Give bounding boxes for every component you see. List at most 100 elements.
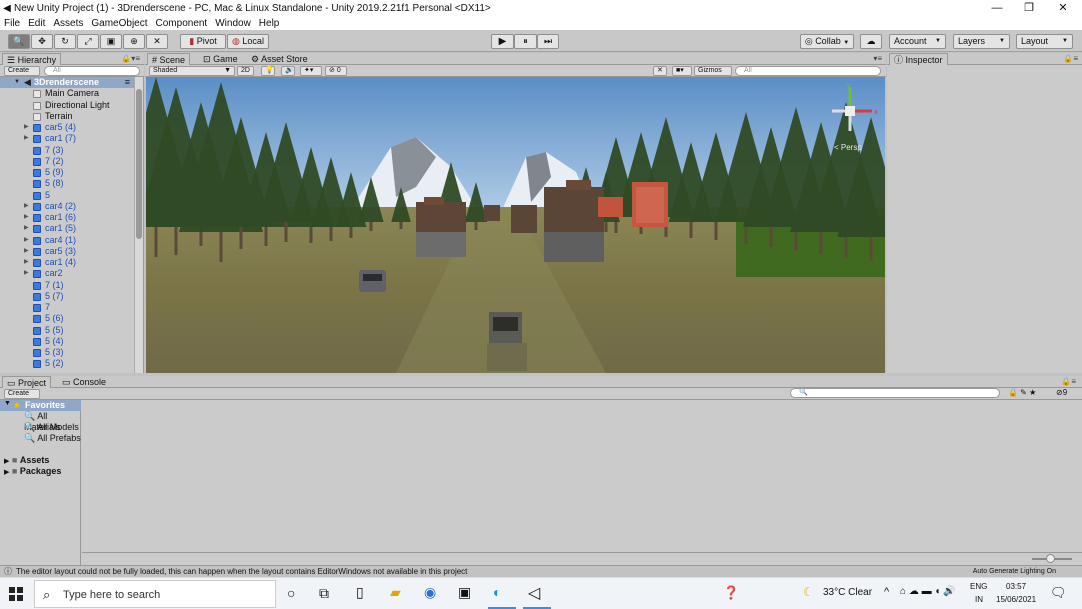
expand-arrow-icon[interactable]: ▶ — [24, 257, 29, 268]
expand-arrow-icon[interactable]: ▶ — [24, 122, 29, 133]
hierarchy-item[interactable]: ▶ car1 (4) — [0, 257, 134, 268]
expand-arrow-icon[interactable]: ▶ — [24, 223, 29, 234]
close-button[interactable]: ✕ — [1046, 0, 1080, 16]
lighting-status[interactable]: Auto Generate Lighting On — [973, 566, 1056, 577]
help-icon[interactable]: ❓ — [723, 585, 739, 601]
chrome-icon[interactable]: ◉ — [424, 584, 436, 601]
scene-menu-icon[interactable]: ≡ — [125, 77, 130, 88]
hierarchy-item[interactable]: 5 (9) — [0, 167, 134, 178]
taskbar-search-box[interactable]: ⌕ Type here to search — [34, 580, 276, 608]
play-button[interactable]: ▶ — [491, 34, 514, 49]
windows-start-icon[interactable] — [8, 586, 24, 602]
system-tray-icons[interactable]: ⌂ ☁ ▬ ◖ 🔊 — [900, 586, 956, 597]
hierarchy-item[interactable]: Terrain — [0, 111, 134, 122]
tab-project[interactable]: ▭ Project — [2, 376, 52, 388]
panel-menu-icon[interactable]: 🔒▾≡ — [121, 54, 140, 63]
move-tool-icon[interactable]: ✥ — [31, 34, 53, 49]
menu-file[interactable]: File — [4, 18, 20, 29]
hierarchy-item[interactable]: 5 (8) — [0, 178, 134, 189]
expand-arrow-icon[interactable]: ▼ — [4, 400, 11, 407]
favorite-all-prefabs[interactable]: 🔍 All Prefabs — [24, 433, 84, 444]
expand-arrow-icon[interactable]: ▶ — [24, 133, 29, 144]
filter-icons[interactable]: 🔒 ✎ ★ — [1008, 388, 1036, 397]
panel-menu-icon[interactable]: 🔒≡ — [1061, 377, 1076, 386]
edge-icon[interactable]: ◐ — [493, 584, 501, 600]
file-explorer-icon[interactable]: ▰ — [390, 584, 401, 601]
hierarchy-item[interactable]: 7 (2) — [0, 156, 134, 167]
local-toggle[interactable]: ◍ Local — [227, 34, 269, 49]
weather-text[interactable]: 33°C Clear — [823, 587, 872, 598]
scale-tool-icon[interactable]: ⤢ — [77, 34, 99, 49]
task-view-icon[interactable]: ⧉ — [319, 585, 329, 602]
clock-date[interactable]: 15/06/2021 — [996, 595, 1036, 604]
favorite-all-materials[interactable]: 🔍 All Materials — [24, 411, 84, 432]
pivot-toggle[interactable]: ▮ Pivot — [180, 34, 226, 49]
menu-component[interactable]: Component — [156, 18, 208, 29]
collab-dropdown[interactable]: ◎ Collab ▼ — [800, 34, 854, 49]
orientation-gizmo[interactable]: x y < Persp — [826, 81, 882, 152]
expand-arrow-icon[interactable]: ▶ — [24, 201, 29, 212]
zoom-slider-handle[interactable] — [1046, 554, 1055, 563]
hierarchy-item[interactable]: 7 (3) — [0, 145, 134, 156]
tab-inspector[interactable]: ⓘ Inspector — [889, 53, 948, 65]
panel-menu-icon[interactable]: ▾≡ — [873, 54, 882, 63]
custom-tool-icon[interactable]: ✕ — [146, 34, 168, 49]
cortana-icon[interactable]: ○ — [287, 585, 295, 601]
project-create-dropdown[interactable]: Create — [4, 389, 40, 399]
layers-dropdown[interactable]: Layers ▼ — [953, 34, 1010, 49]
hierarchy-item[interactable]: 7 — [0, 302, 134, 313]
hierarchy-item[interactable]: 5 (7) — [0, 291, 134, 302]
2d-toggle[interactable]: 2D — [237, 66, 254, 76]
hierarchy-item[interactable]: ▶ car1 (7) — [0, 133, 134, 144]
menu-window[interactable]: Window — [215, 18, 251, 29]
hierarchy-item[interactable]: ▶ car5 (4) — [0, 122, 134, 133]
terminal-icon[interactable]: ▣ — [458, 584, 471, 601]
expand-arrow-icon[interactable]: ▶ — [4, 458, 9, 465]
audio-toggle-icon[interactable]: 🔊 — [281, 66, 295, 76]
gizmos-dropdown[interactable]: Gizmos — [694, 66, 732, 76]
hierarchy-item[interactable]: 5 (5) — [0, 325, 134, 336]
hierarchy-item[interactable]: 5 (4) — [0, 336, 134, 347]
tab-game[interactable]: ⊡ Game — [199, 53, 242, 65]
favorites-row[interactable]: ▼ ★ Favorites — [0, 400, 81, 411]
unity-taskbar-icon[interactable]: ◁ — [528, 583, 540, 603]
expand-arrow-icon[interactable]: ▶ — [24, 246, 29, 257]
hierarchy-scroll-thumb[interactable] — [136, 89, 142, 239]
expand-arrow-icon[interactable]: ▼ — [14, 77, 20, 88]
language-top[interactable]: ENG — [970, 582, 987, 591]
hierarchy-item[interactable]: Directional Light — [0, 100, 134, 111]
hierarchy-item[interactable]: 5 (6) — [0, 313, 134, 324]
expand-arrow-icon[interactable]: ▶ — [24, 235, 29, 246]
cloud-button[interactable]: ☁ — [860, 34, 882, 49]
hierarchy-item[interactable]: ▶ car4 (2) — [0, 201, 134, 212]
file-icon[interactable]: ▯ — [356, 584, 364, 601]
rect-tool-icon[interactable]: ▣ — [100, 34, 122, 49]
hierarchy-item[interactable]: 5 (3) — [0, 347, 134, 358]
hierarchy-item[interactable]: 5 (2) — [0, 358, 134, 369]
hierarchy-scrollbar[interactable] — [134, 77, 143, 373]
menu-assets[interactable]: Assets — [53, 18, 83, 29]
persp-label[interactable]: < Persp — [834, 143, 862, 152]
step-button[interactable]: ⏭ — [537, 34, 559, 49]
shading-dropdown[interactable]: Shaded ▼ — [149, 66, 235, 76]
tools-toggle-icon[interactable]: ✕ — [653, 66, 667, 76]
rotate-tool-icon[interactable]: ↻ — [54, 34, 76, 49]
expand-arrow-icon[interactable]: ▶ — [24, 268, 29, 279]
hierarchy-item[interactable]: ▶ car5 (3) — [0, 246, 134, 257]
tab-asset-store[interactable]: ⚙ Asset Store — [247, 53, 312, 65]
create-dropdown[interactable]: Create — [4, 66, 40, 76]
hierarchy-item[interactable]: ▶ car1 (6) — [0, 212, 134, 223]
scene-root-row[interactable]: ▼ ◀ 3Drenderscene ≡ — [0, 77, 134, 89]
panel-menu-icon[interactable]: 🔒≡ — [1063, 54, 1078, 63]
clock-time[interactable]: 03:57 — [1006, 582, 1026, 591]
transform-tool-icon[interactable]: ⊕ — [123, 34, 145, 49]
light-toggle-icon[interactable]: 💡 — [261, 66, 275, 76]
hierarchy-item[interactable]: Main Camera — [0, 88, 134, 99]
status-message[interactable]: The editor layout could not be fully loa… — [16, 566, 467, 577]
menu-edit[interactable]: Edit — [28, 18, 45, 29]
hierarchy-item[interactable]: 7 (1) — [0, 280, 134, 291]
menu-gameobject[interactable]: GameObject — [91, 18, 147, 29]
language-bottom[interactable]: IN — [975, 595, 983, 604]
hierarchy-item[interactable]: ▶ car1 (5) — [0, 223, 134, 234]
hierarchy-search-input[interactable]: All — [44, 66, 140, 76]
